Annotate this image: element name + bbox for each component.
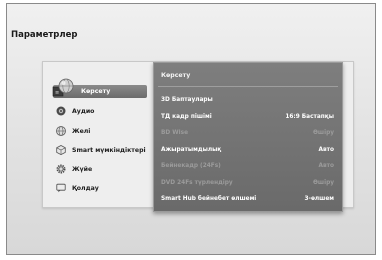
setting-label: DVD 24Fs түрлендіру — [161, 179, 233, 186]
setting-row-dvd-24fs: DVD 24Fs түрлендіру Өшіру — [161, 177, 334, 188]
setting-label: Smart Hub бейнебет өлшемі — [161, 195, 257, 202]
system-gear-icon — [55, 163, 67, 175]
panel-title: Көрсету — [161, 72, 191, 79]
menu-item-label: Жүйе — [72, 165, 93, 173]
settings-window: Параметрлер Көрсету Аудио Желі Smart мүм… — [6, 3, 376, 255]
menu-item-label: Желі — [72, 127, 91, 135]
setting-row-movie-frame: Бейнекадр (24Fs) Авто — [161, 160, 334, 171]
setting-value: Авто — [318, 146, 335, 153]
network-globe-icon — [55, 125, 67, 137]
page-title: Параметрлер — [11, 30, 78, 40]
menu-item-label: Smart мүмкіндіктері — [72, 146, 146, 154]
setting-label: Ажыратымдылық — [161, 146, 222, 153]
menu-item-label: Аудио — [72, 107, 95, 115]
setting-label: Бейнекадр (24Fs) — [161, 162, 221, 169]
setting-value: Өшіру — [313, 129, 334, 136]
setting-value: 3-өлшем — [304, 195, 335, 202]
setting-row-tv-aspect[interactable]: ТД кадр пішімі 16:9 Бастапқы — [161, 111, 334, 122]
display-settings-panel: Көрсету 3D Баптаулары ТД кадр пішімі 16:… — [153, 62, 343, 212]
audio-speaker-icon — [55, 105, 67, 117]
menu-item-support[interactable]: Қолдау — [55, 181, 99, 195]
divider — [158, 86, 338, 87]
svg-text:≡: ≡ — [55, 90, 59, 96]
menu-item-label: Көрсету — [81, 88, 111, 95]
smart-cube-icon — [55, 144, 67, 156]
menu-item-system[interactable]: Жүйе — [55, 162, 92, 176]
menu-item-smart-features[interactable]: Smart мүмкіндіктері — [55, 143, 146, 157]
support-chat-icon — [55, 182, 67, 194]
setting-row-resolution[interactable]: Ажыратымдылық Авто — [161, 144, 334, 155]
setting-value: Өшіру — [313, 179, 334, 186]
picture-globe-icon: ≡ — [52, 78, 76, 102]
setting-row-bd-wise: BD Wise Өшіру — [161, 127, 334, 138]
menu-item-network[interactable]: Желі — [55, 124, 90, 138]
setting-label: 3D Баптаулары — [161, 96, 213, 103]
setting-value: Авто — [318, 162, 335, 169]
setting-label: ТД кадр пішімі — [161, 113, 212, 120]
menu-item-audio[interactable]: Аудио — [55, 104, 94, 118]
setting-row-smart-hub-size[interactable]: Smart Hub бейнебет өлшемі 3-өлшем — [161, 193, 334, 204]
menu-item-label: Қолдау — [72, 184, 99, 192]
setting-row-3d[interactable]: 3D Баптаулары — [161, 94, 334, 105]
setting-value: 16:9 Бастапқы — [285, 113, 334, 120]
setting-label: BD Wise — [161, 129, 189, 136]
